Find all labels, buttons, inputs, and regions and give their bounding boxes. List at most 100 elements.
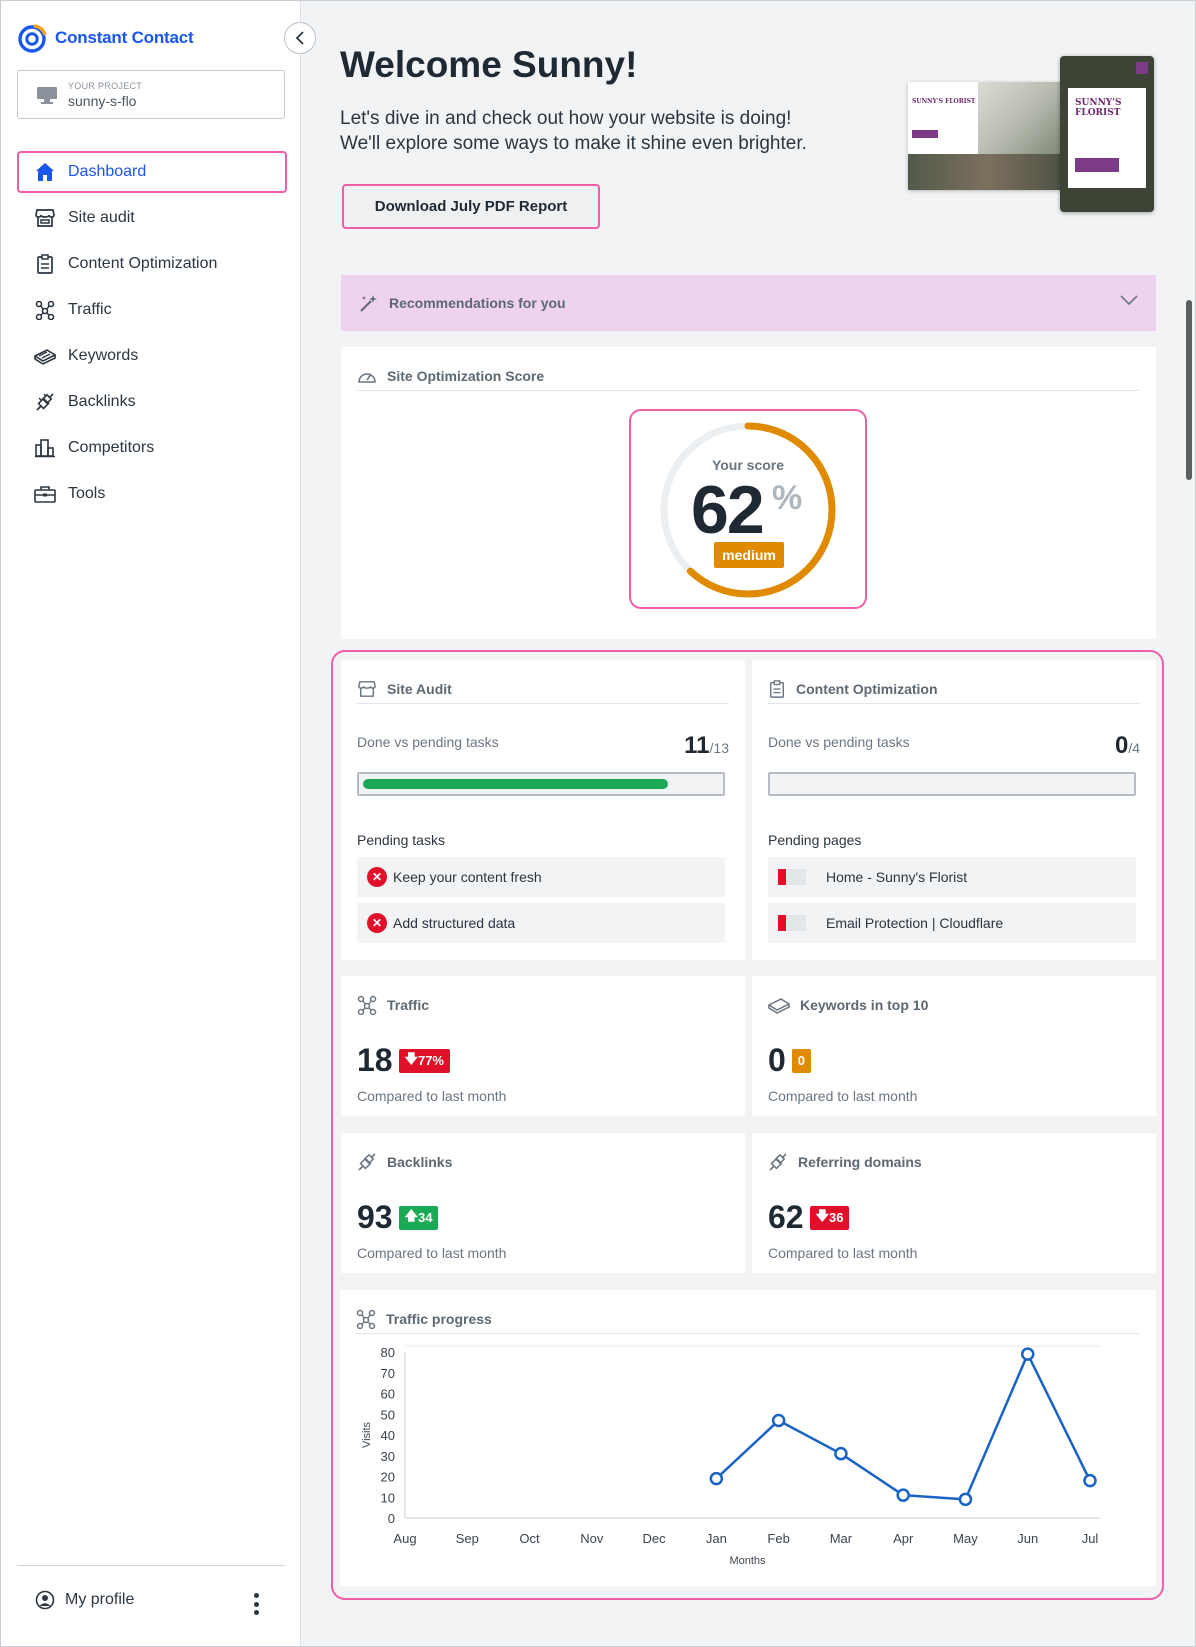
pending-page-label: Home - Sunny's Florist — [826, 869, 968, 885]
y-tick-label: 10 — [381, 1490, 395, 1505]
traffic-progress-title: Traffic progress — [386, 1310, 492, 1327]
website-preview-illustration: SUNNY'S FLORIST SUNNY'S FLORIST — [908, 56, 1154, 214]
nav-site-audit[interactable]: Site audit — [17, 197, 287, 239]
pending-page-label: Email Protection | Cloudflare — [826, 915, 1004, 931]
nav-keywords-label: Keywords — [68, 347, 139, 364]
monitor-icon — [37, 86, 57, 104]
more-options-icon[interactable] — [249, 1591, 263, 1617]
x-tick-label: Nov — [580, 1531, 604, 1546]
y-tick-label: 0 — [388, 1511, 395, 1526]
site-audit-progress-bar — [357, 772, 725, 796]
referring-domains-compare-label: Compared to last month — [768, 1245, 918, 1261]
nav-keywords[interactable]: Keywords — [17, 335, 287, 377]
constant-contact-logo-icon — [18, 24, 47, 53]
mobile-preview: SUNNY'S FLORIST — [1060, 56, 1154, 212]
traffic-data-point — [958, 1492, 973, 1507]
score-value: 62 — [691, 472, 765, 548]
project-label: YOUR PROJECT — [68, 80, 143, 91]
x-tick-label: Mar — [830, 1531, 853, 1546]
site-audit-title: Site Audit — [387, 680, 452, 697]
chevron-down-icon[interactable] — [1120, 293, 1138, 309]
recommendations-panel[interactable]: Recommendations for you — [341, 275, 1156, 331]
download-pdf-report-button[interactable]: Download July PDF Report — [342, 184, 600, 229]
traffic-series-line — [715, 1352, 1092, 1501]
project-selector[interactable]: YOUR PROJECT sunny-s-flo — [17, 70, 285, 119]
nav-traffic[interactable]: Traffic — [17, 289, 287, 331]
brand-name: Constant Contact — [55, 28, 194, 47]
brand-logo[interactable]: Constant Contact — [17, 21, 194, 55]
nav-competitors[interactable]: Competitors — [17, 427, 287, 469]
traffic-progress-header: Traffic progress — [356, 1304, 1140, 1334]
nav-tools[interactable]: Tools — [17, 473, 287, 515]
backlinks-stat-value: 93 — [357, 1199, 393, 1235]
y-tick-label: 40 — [381, 1428, 395, 1443]
pending-task-label: Add structured data — [393, 915, 516, 931]
content-optimization-card: Content Optimization Done vs pending tas… — [752, 660, 1156, 960]
collapse-sidebar-button[interactable] — [284, 22, 316, 54]
site-audit-header: Site Audit — [357, 674, 729, 704]
network-icon — [356, 1309, 376, 1329]
pending-page-item[interactable]: Email Protection | Cloudflare — [768, 903, 1136, 943]
content-optimization-subtitle: Done vs pending tasks — [768, 734, 910, 750]
error-x-icon: ✕ — [367, 867, 387, 887]
plug-icon — [357, 1152, 377, 1172]
page-score-indicator — [778, 915, 806, 931]
sidebar: Constant Contact YOUR PROJECT sunny-s-fl… — [1, 1, 301, 1646]
storefront-icon — [34, 207, 56, 229]
x-tick-label: Aug — [393, 1531, 416, 1546]
nav-dashboard[interactable]: Dashboard — [17, 151, 287, 193]
sidebar-divider — [17, 1565, 285, 1566]
content-optimization-progress-bar — [768, 772, 1136, 796]
backlinks-stat-header: Backlinks — [357, 1147, 729, 1177]
my-profile-link[interactable]: My profile — [35, 1590, 134, 1610]
magic-wand-icon — [359, 293, 379, 313]
recommendations-label: Recommendations for you — [389, 295, 566, 311]
welcome-subtitle: Let's dive in and check out how your web… — [340, 106, 860, 156]
network-icon — [357, 995, 377, 1015]
referring-domains-stat-header: Referring domains — [768, 1147, 1140, 1177]
x-tick-label: Sep — [456, 1531, 479, 1546]
pending-task-item[interactable]: ✕ Add structured data — [357, 903, 725, 943]
nav-dashboard-label: Dashboard — [68, 163, 147, 180]
keyboard-icon — [768, 995, 790, 1015]
clipboard-icon — [768, 679, 786, 699]
gauge-icon — [357, 368, 377, 384]
y-tick-label: 20 — [381, 1470, 395, 1485]
score-gauge: Your score 62 % medium — [629, 409, 867, 609]
x-tick-label: May — [953, 1531, 978, 1546]
y-tick-label: 80 — [381, 1345, 395, 1360]
pending-page-item[interactable]: Home - Sunny's Florist — [768, 857, 1136, 897]
traffic-stat-title: Traffic — [387, 997, 430, 1013]
chevron-left-icon — [295, 31, 304, 45]
y-tick-label: 70 — [381, 1366, 395, 1381]
welcome-line-1: Let's dive in and check out how your web… — [340, 108, 792, 129]
nav-tools-label: Tools — [68, 485, 106, 502]
pending-task-item[interactable]: ✕ Keep your content fresh — [357, 857, 725, 897]
mobile-preview-title: SUNNY'S FLORIST — [1075, 98, 1122, 118]
referring-domains-stat-card: Referring domains 62 🡇 36 Compared to las… — [752, 1133, 1156, 1273]
traffic-data-point — [1020, 1347, 1035, 1361]
traffic-data-point — [771, 1413, 786, 1428]
score-card-title: Site Optimization Score — [387, 367, 545, 384]
home-icon — [34, 161, 56, 183]
score-card-header: Site Optimization Score — [357, 361, 1140, 391]
clipboard-icon — [34, 253, 56, 275]
backlinks-delta-badge: 🡅 34 — [398, 1205, 439, 1230]
keywords-stat-value: 0 — [768, 1042, 786, 1078]
site-audit-subtitle: Done vs pending tasks — [357, 734, 499, 750]
desktop-preview: SUNNY'S FLORIST — [908, 82, 1068, 190]
pending-task-label: Keep your content fresh — [393, 869, 542, 885]
y-tick-label: 60 — [381, 1387, 395, 1402]
referring-domains-stat-title: Referring domains — [798, 1154, 922, 1170]
plug-icon — [768, 1152, 788, 1172]
my-profile-label: My profile — [65, 1591, 135, 1608]
x-tick-label: Feb — [767, 1531, 789, 1546]
nav-content-optimization[interactable]: Content Optimization — [17, 243, 287, 285]
y-axis-title: Visits — [361, 1421, 373, 1448]
nav-backlinks[interactable]: Backlinks — [17, 381, 287, 423]
scrollbar-thumb[interactable] — [1186, 300, 1192, 480]
keywords-compare-label: Compared to last month — [768, 1088, 918, 1104]
y-tick-label: 30 — [381, 1449, 395, 1464]
nav-content-optimization-label: Content Optimization — [68, 255, 218, 272]
backlinks-compare-label: Compared to last month — [357, 1245, 507, 1261]
